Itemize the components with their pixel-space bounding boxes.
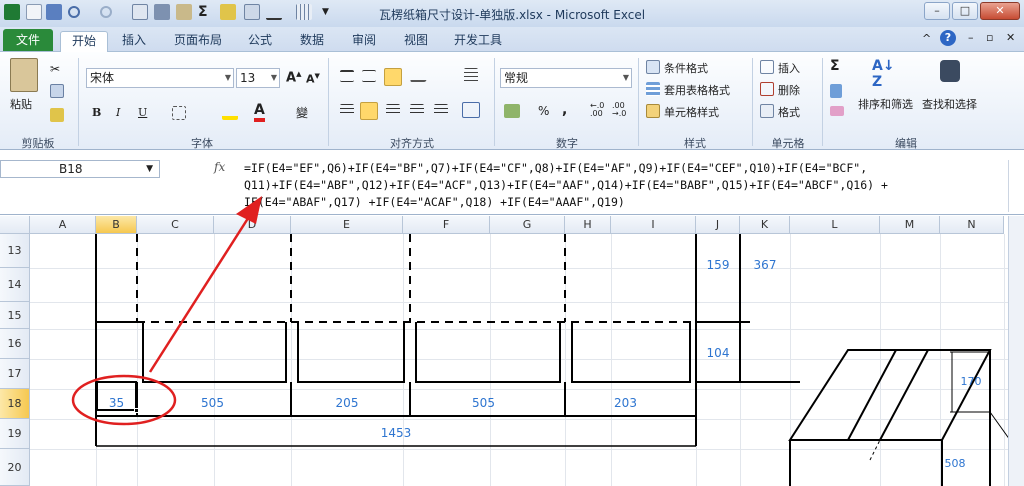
selected-cell-b18[interactable] xyxy=(96,381,139,413)
cell-g18-value[interactable]: 505 xyxy=(446,396,521,410)
cell-i18-value[interactable]: 203 xyxy=(588,396,663,410)
cell-j13-value[interactable]: 159 xyxy=(696,258,740,272)
total-length-value[interactable]: 1453 xyxy=(356,426,436,440)
fill-handle[interactable] xyxy=(134,408,139,413)
carton-diagram xyxy=(71,196,1011,486)
red-arrow-head xyxy=(236,196,262,224)
cell-d18-value[interactable]: 505 xyxy=(174,396,251,410)
cell-e18-value[interactable]: 205 xyxy=(291,396,403,410)
box-height-value[interactable]: 170 xyxy=(954,375,988,388)
cell-k13-value[interactable]: 367 xyxy=(740,258,790,272)
cell-j16-value[interactable]: 104 xyxy=(696,346,740,360)
vertical-scrollbar[interactable] xyxy=(1008,216,1024,486)
box-length-value[interactable]: 508 xyxy=(938,457,972,470)
